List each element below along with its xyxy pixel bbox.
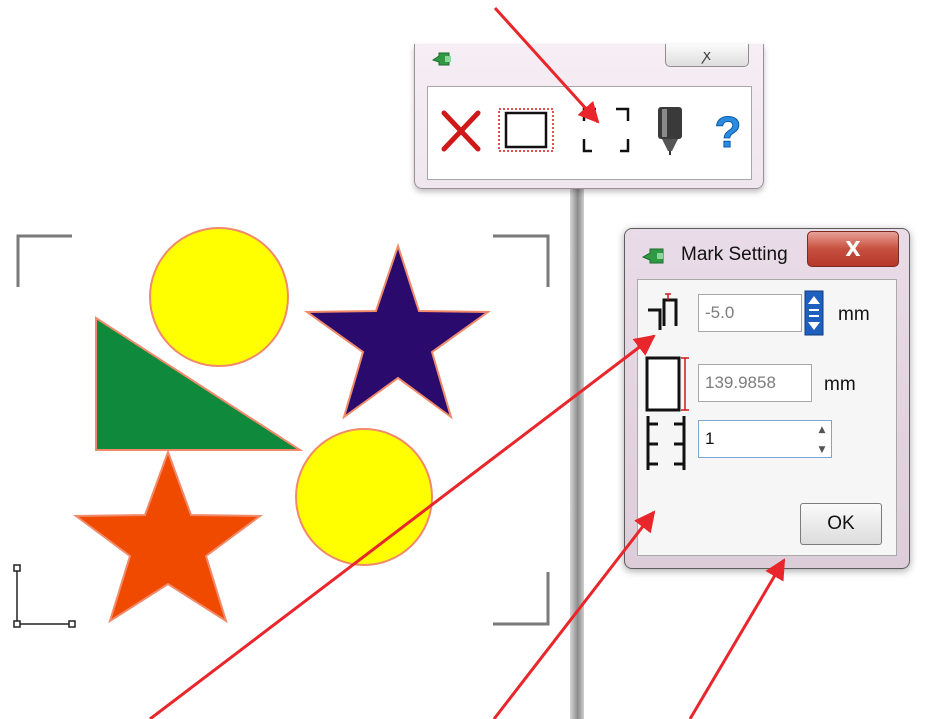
annotation-arrow-count — [492, 510, 656, 719]
annotation-arrow-top — [493, 6, 600, 124]
annotation-arrow-offset — [149, 334, 656, 719]
annotation-layer — [149, 6, 786, 719]
annotation-arrow-ok — [688, 558, 786, 719]
